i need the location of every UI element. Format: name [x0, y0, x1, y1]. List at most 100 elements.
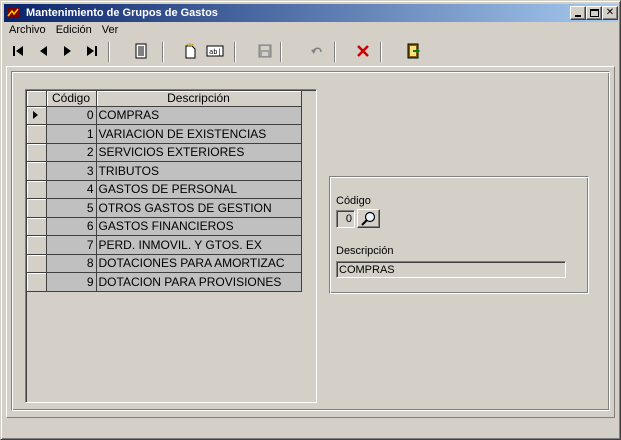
row-indicator — [27, 198, 47, 218]
cell-codigo[interactable]: 4 — [46, 180, 97, 199]
window-title: Mantenimiento de Grupos de Gastos — [26, 7, 218, 19]
toolbar-separator — [334, 42, 336, 62]
table-row[interactable]: 2 SERVICIOS EXTERIORES — [27, 143, 302, 162]
table-row[interactable]: 5 OTROS GASTOS DE GESTION — [27, 198, 302, 218]
row-indicator — [27, 235, 47, 255]
table-row[interactable]: 7 PERD. INMOVIL. Y GTOS. EX — [27, 235, 302, 255]
column-header-codigo[interactable]: Código — [46, 91, 97, 107]
undo-icon — [311, 47, 322, 54]
new-record-button[interactable] — [178, 39, 202, 63]
minimize-button[interactable] — [570, 6, 586, 20]
cell-codigo[interactable]: 8 — [46, 254, 97, 273]
descripcion-label: Descripción — [336, 245, 394, 257]
cell-descripcion[interactable]: TRIBUTOS — [96, 161, 302, 181]
exit-button[interactable] — [401, 39, 425, 63]
row-indicator — [27, 272, 47, 292]
toolbar-separator — [380, 42, 382, 62]
cell-descripcion[interactable]: GASTOS DE PERSONAL — [96, 180, 302, 199]
save-button[interactable] — [253, 39, 277, 63]
svg-text:ab|: ab| — [209, 48, 222, 56]
maximize-icon — [590, 9, 599, 17]
search-button[interactable] — [357, 209, 380, 228]
cell-descripcion[interactable]: PERD. INMOVIL. Y GTOS. EX — [96, 235, 302, 255]
detail-panel: Código 0 Descripción COMPRAS — [329, 176, 589, 294]
cell-codigo[interactable]: 1 — [46, 124, 97, 144]
client-area: Código Descripción 0 COMPRAS 1 VARIACION… — [6, 66, 615, 418]
list-icon — [135, 43, 147, 59]
toolbar-separator — [108, 42, 110, 62]
toolbar-separator — [280, 42, 282, 62]
main-window: Mantenimiento de Grupos de Gastos ✕ Arch… — [0, 0, 621, 440]
codigo-label: Código — [336, 195, 371, 207]
last-record-button[interactable] — [80, 39, 104, 63]
row-indicator — [27, 254, 47, 273]
last-record-icon — [87, 46, 97, 56]
cell-codigo[interactable]: 5 — [46, 198, 97, 218]
cell-descripcion[interactable]: DOTACIONES PARA AMORTIZAC — [96, 254, 302, 273]
column-header-descripcion[interactable]: Descripción — [96, 91, 302, 107]
toolbar: ab| — [4, 38, 618, 66]
cell-descripcion[interactable]: OTROS GASTOS DE GESTION — [96, 198, 302, 218]
list-button[interactable] — [129, 39, 153, 63]
cell-descripcion[interactable]: COMPRAS — [96, 106, 302, 125]
row-indicator — [27, 124, 47, 144]
next-record-button[interactable] — [55, 39, 79, 63]
toolbar-separator — [234, 42, 236, 62]
row-indicator — [27, 180, 47, 199]
delete-button[interactable] — [351, 39, 375, 63]
cell-descripcion[interactable]: SERVICIOS EXTERIORES — [96, 143, 302, 162]
menu-ver[interactable]: Ver — [97, 23, 124, 39]
codigo-field[interactable]: 0 — [336, 210, 355, 228]
first-record-icon — [13, 46, 23, 56]
table-row[interactable]: 8 DOTACIONES PARA AMORTIZAC — [27, 254, 302, 273]
close-button[interactable]: ✕ — [602, 6, 618, 20]
table-row[interactable]: 0 COMPRAS — [27, 106, 302, 125]
table-row[interactable]: 6 GASTOS FINANCIEROS — [27, 217, 302, 236]
delete-icon — [357, 45, 369, 57]
cell-codigo[interactable]: 3 — [46, 161, 97, 181]
prev-record-button[interactable] — [31, 39, 55, 63]
cell-descripcion[interactable]: DOTACION PARA PROVISIONES — [96, 272, 302, 292]
cell-codigo[interactable]: 9 — [46, 272, 97, 292]
close-icon: ✕ — [605, 7, 615, 18]
groups-grid[interactable]: Código Descripción 0 COMPRAS 1 VARIACION… — [25, 89, 317, 403]
row-indicator — [27, 106, 47, 125]
toolbar-separator — [162, 42, 164, 62]
edit-record-button[interactable]: ab| — [203, 39, 227, 63]
cell-codigo[interactable]: 7 — [46, 235, 97, 255]
groups-table: Código Descripción 0 COMPRAS 1 VARIACION… — [27, 91, 302, 292]
search-icon — [361, 211, 376, 226]
table-row[interactable]: 3 TRIBUTOS — [27, 161, 302, 181]
indicator-header — [27, 91, 47, 107]
row-indicator — [27, 143, 47, 162]
cell-codigo[interactable]: 6 — [46, 217, 97, 236]
new-record-icon — [185, 43, 196, 59]
next-record-icon — [64, 46, 71, 56]
current-row-icon — [33, 111, 38, 120]
minimize-icon — [575, 15, 581, 17]
menu-bar: Archivo Edición Ver — [4, 23, 123, 39]
undo-button[interactable] — [305, 39, 329, 63]
first-record-button[interactable] — [6, 39, 30, 63]
cell-descripcion[interactable]: VARIACION DE EXISTENCIAS — [96, 124, 302, 144]
maximize-button[interactable] — [586, 6, 602, 20]
edit-record-icon: ab| — [206, 45, 224, 57]
cell-codigo[interactable]: 2 — [46, 143, 97, 162]
table-row[interactable]: 4 GASTOS DE PERSONAL — [27, 180, 302, 199]
table-row[interactable]: 1 VARIACION DE EXISTENCIAS — [27, 124, 302, 144]
cell-codigo[interactable]: 0 — [46, 106, 97, 125]
cell-descripcion[interactable]: GASTOS FINANCIEROS — [96, 217, 302, 236]
save-icon — [258, 44, 272, 58]
menu-archivo[interactable]: Archivo — [4, 23, 51, 39]
table-row[interactable]: 9 DOTACION PARA PROVISIONES — [27, 272, 302, 292]
app-icon[interactable] — [6, 6, 22, 20]
exit-icon — [407, 43, 420, 59]
header-row: Código Descripción — [27, 91, 302, 107]
main-frame: Código Descripción 0 COMPRAS 1 VARIACION… — [11, 71, 610, 411]
prev-record-icon — [40, 46, 47, 56]
menu-edicion[interactable]: Edición — [51, 23, 97, 39]
row-indicator — [27, 161, 47, 181]
row-indicator — [27, 217, 47, 236]
title-bar[interactable]: Mantenimiento de Grupos de Gastos ✕ — [4, 4, 618, 22]
descripcion-field[interactable]: COMPRAS — [336, 261, 566, 278]
